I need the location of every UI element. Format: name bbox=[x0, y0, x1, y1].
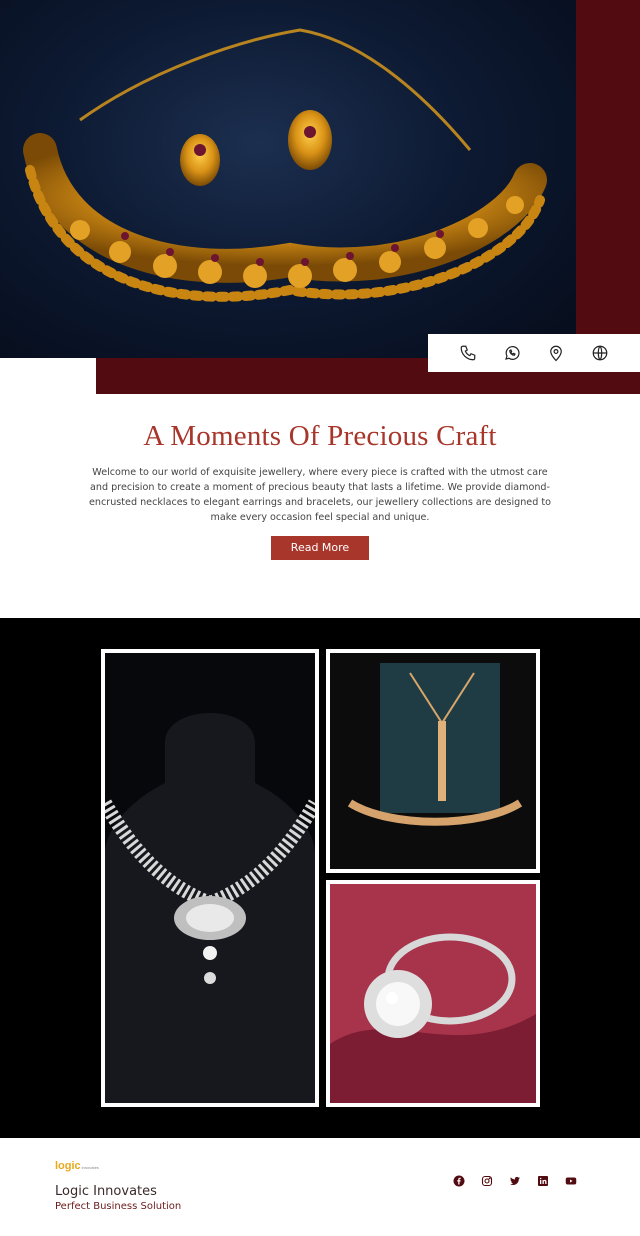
intro-section: A Moments Of Precious Craft Welcome to o… bbox=[0, 420, 640, 560]
instagram-icon[interactable] bbox=[480, 1174, 493, 1187]
gallery-section bbox=[0, 618, 640, 1138]
linkedin-icon[interactable] bbox=[536, 1174, 549, 1187]
intro-body: Welcome to our world of exquisite jewell… bbox=[89, 467, 551, 523]
footer: logicinnovates Logic Innovates Perfect B… bbox=[0, 1138, 640, 1236]
company-tagline: Perfect Business Solution bbox=[55, 1201, 182, 1212]
company-name: Logic Innovates bbox=[55, 1184, 157, 1199]
intro-title: A Moments Of Precious Craft bbox=[143, 420, 497, 452]
location-pin-icon[interactable] bbox=[546, 343, 566, 363]
whatsapp-icon[interactable] bbox=[502, 343, 522, 363]
gallery-image-pendant[interactable] bbox=[326, 649, 540, 873]
gallery-image-necklace[interactable] bbox=[101, 649, 319, 1107]
logo[interactable]: logicinnovates bbox=[55, 1156, 99, 1172]
facebook-icon[interactable] bbox=[452, 1174, 465, 1187]
gallery-image-ring[interactable] bbox=[326, 880, 540, 1107]
logo-sub: innovates bbox=[81, 1165, 99, 1170]
hero-image bbox=[0, 0, 576, 358]
youtube-icon[interactable] bbox=[564, 1174, 577, 1187]
read-more-button[interactable]: Read More bbox=[271, 536, 369, 560]
phone-icon[interactable] bbox=[458, 343, 478, 363]
contact-bar bbox=[428, 334, 640, 372]
twitter-icon[interactable] bbox=[508, 1174, 521, 1187]
social-links bbox=[452, 1174, 577, 1187]
logo-word: logic bbox=[55, 1160, 81, 1172]
page: A Moments Of Precious Craft Welcome to o… bbox=[0, 0, 640, 1236]
globe-icon[interactable] bbox=[590, 343, 610, 363]
